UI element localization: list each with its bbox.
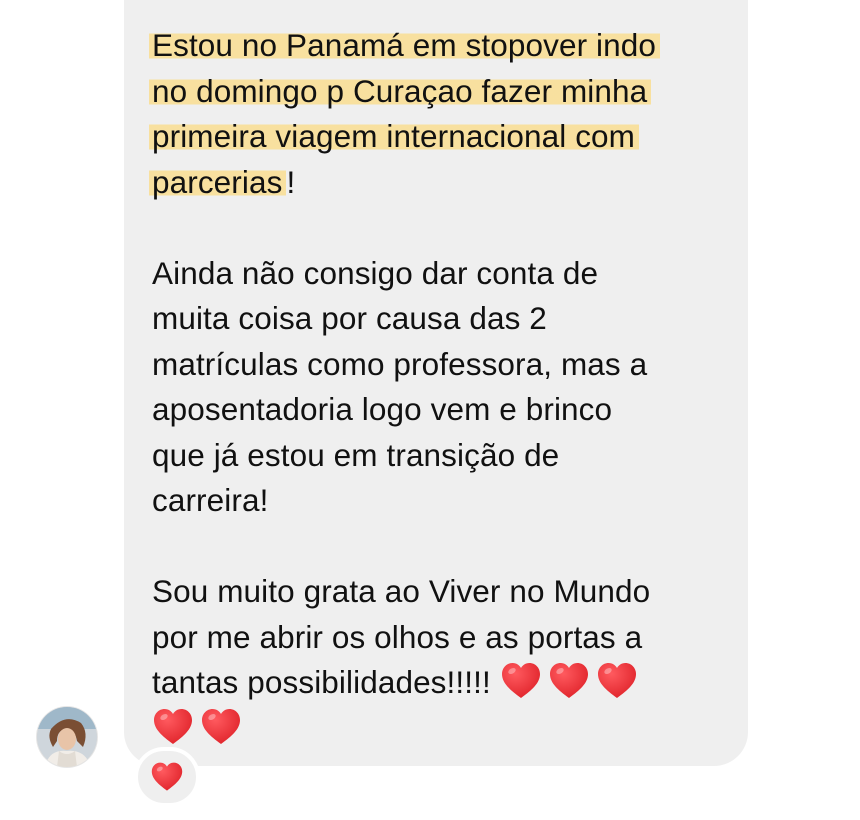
highlighted-text: Estou no Panamá em stopover indo — [149, 27, 661, 63]
avatar-photo-icon — [37, 707, 97, 767]
highlighted-text: primeira viagem internacional com — [149, 118, 639, 154]
red-heart-icon — [500, 661, 542, 701]
highlighted-text: parcerias — [149, 163, 287, 200]
red-heart-icon — [596, 661, 638, 701]
message-line: Ainda não consigo dar conta de — [152, 254, 599, 291]
red-heart-icon — [200, 707, 242, 747]
message-line: primeira viagem internacional com — [149, 114, 732, 160]
message-line: parcerias! — [149, 160, 732, 206]
message-line: Estou no Panamá em stopover indo — [149, 23, 732, 69]
message-line: matrículas como professora, mas a — [152, 345, 648, 382]
message-line: aposentadoria logo vem e brinco — [152, 391, 613, 427]
avatar[interactable] — [37, 707, 97, 767]
message-text-segment: tantas possibilidades!!!!! — [152, 664, 500, 700]
highlighted-text: no domingo p Curaçao fazer minha — [149, 72, 652, 109]
message-line: carreira! — [152, 482, 269, 518]
red-heart-icon — [152, 707, 194, 747]
message-line: que já estou em transição de — [152, 436, 560, 473]
message-line: muita coisa por causa das 2 — [152, 300, 547, 336]
message-line: tantas possibilidades!!!!! — [152, 660, 732, 706]
red-heart-icon — [548, 661, 590, 701]
paragraph-3: Sou muito grata ao Viver no Mundo por me… — [152, 569, 732, 751]
paragraph-2: Ainda não consigo dar conta de muita coi… — [152, 251, 732, 524]
message-line: no domingo p Curaçao fazer minha — [149, 69, 732, 115]
paragraph-1: Estou no Panamá em stopover indo no domi… — [149, 23, 732, 206]
plain-text: ! — [286, 163, 296, 200]
heart-reaction[interactable] — [134, 747, 200, 807]
message-line: por me abrir os olhos e as portas a — [152, 618, 643, 655]
reaction-heart-icon — [150, 761, 184, 793]
message-line: Sou muito grata ao Viver no Mundo — [152, 573, 651, 609]
message-text: Estou no Panamá em stopover indo no domi… — [149, 23, 732, 751]
message-line — [152, 706, 732, 752]
chat-screen: Estou no Panamá em stopover indo no domi… — [0, 0, 860, 820]
